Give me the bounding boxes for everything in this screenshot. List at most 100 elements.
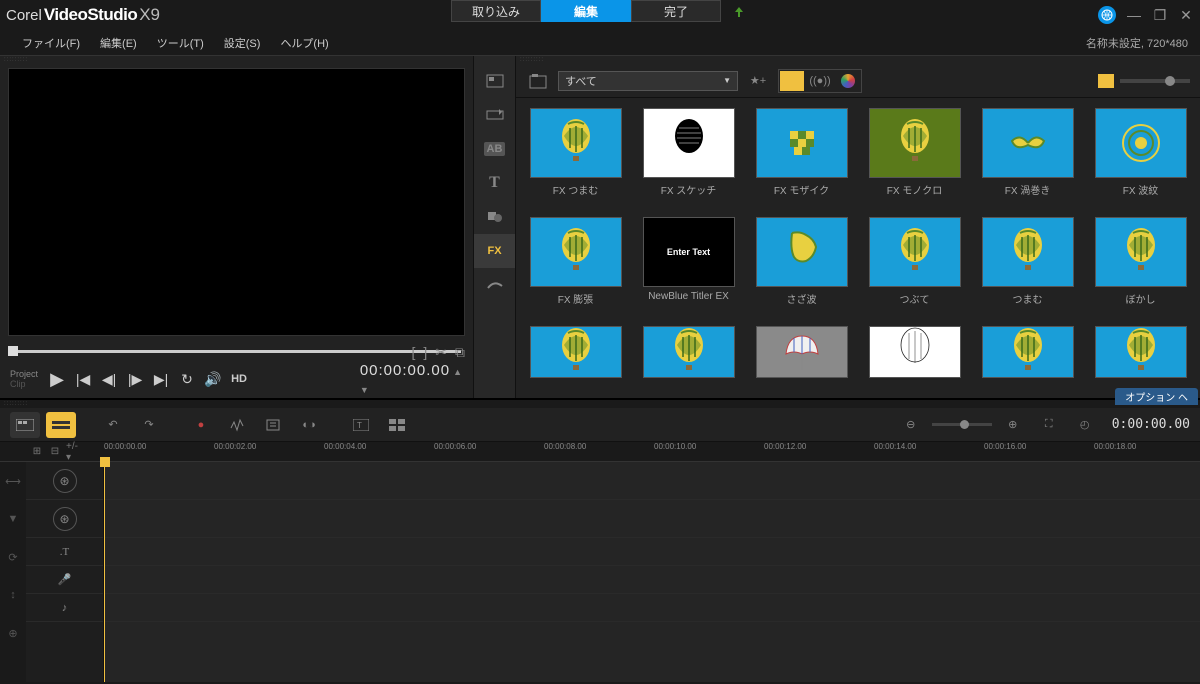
undo-button[interactable]: ↶	[98, 412, 128, 438]
library-item[interactable]	[639, 326, 738, 388]
panel-grip[interactable]: :::::::::	[0, 56, 473, 64]
track-video[interactable]: ⊛	[26, 462, 103, 500]
playback-mode-labels[interactable]: Project Clip	[10, 369, 38, 389]
lib-tab-graphic[interactable]	[474, 200, 515, 234]
fit-project-button[interactable]: ⛶	[1034, 412, 1064, 438]
track-area[interactable]	[104, 462, 1200, 682]
library-item[interactable]	[526, 326, 625, 388]
repeat-button[interactable]: ↻	[176, 368, 198, 390]
auto-music-button[interactable]	[258, 412, 288, 438]
preview-viewport[interactable]	[8, 68, 465, 336]
next-frame-button[interactable]: |▶	[124, 368, 146, 390]
lib-tab-transition[interactable]: AB	[474, 132, 515, 166]
lib-import-icon[interactable]	[526, 71, 550, 91]
track-motion-button[interactable]: ◐◑	[294, 412, 324, 438]
play-button[interactable]: ▶	[46, 368, 68, 390]
library-item[interactable]: つまむ	[978, 217, 1077, 316]
favorite-icon[interactable]: ★+	[746, 71, 770, 91]
library-item[interactable]: つぶて	[865, 217, 964, 316]
mark-in-icon[interactable]: [	[411, 344, 415, 361]
scroll-icon[interactable]: ↕	[0, 576, 26, 614]
library-item[interactable]: FX モノクロ	[865, 108, 964, 207]
toggle-all-tracks-icon[interactable]: ⊞	[30, 446, 44, 458]
library-item[interactable]	[752, 326, 851, 388]
lib-tab-fx[interactable]: FX	[474, 234, 515, 268]
tab-share[interactable]: 完了	[631, 0, 721, 22]
view-video-icon[interactable]	[780, 71, 804, 91]
timeline-grip[interactable]: :::::::::	[0, 400, 1200, 408]
lib-tab-path[interactable]	[474, 268, 515, 302]
zoom-out-button[interactable]: ⊖	[896, 412, 926, 438]
lib-tab-title[interactable]: T	[474, 166, 515, 200]
library-grip[interactable]: :::::::::	[516, 56, 1200, 64]
prev-frame-button[interactable]: ◀|	[98, 368, 120, 390]
track-view-icon[interactable]: ⊟	[48, 446, 62, 458]
view-audio-icon[interactable]: ((●))	[808, 71, 832, 91]
library-item[interactable]: FX 膨張	[526, 217, 625, 316]
storyboard-view-button[interactable]	[10, 412, 40, 438]
thumb-size-slider[interactable]	[1120, 79, 1190, 83]
library-item[interactable]: FX スケッチ	[639, 108, 738, 207]
track-music[interactable]: ♪	[26, 594, 103, 622]
timeline-ruler[interactable]: 00:00:00.0000:00:02.0000:00:04.0000:00:0…	[104, 442, 1200, 461]
hd-button[interactable]: HD	[228, 368, 250, 390]
mark-out-icon[interactable]: ]	[423, 344, 427, 361]
library-thumbnail	[756, 217, 848, 287]
audio-mixer-button[interactable]	[222, 412, 252, 438]
zoom-slider[interactable]	[932, 423, 992, 426]
library-item[interactable]	[1091, 326, 1190, 388]
menu-edit[interactable]: 編集(E)	[90, 31, 147, 55]
preview-timecode[interactable]: 00:00:00.00▲▼	[360, 361, 463, 397]
record-button[interactable]: ●	[186, 412, 216, 438]
maximize-button[interactable]: ❐	[1152, 7, 1168, 23]
library-item[interactable]: さざ波	[752, 217, 851, 316]
chevron-down-icon[interactable]: ▼	[0, 500, 26, 538]
library-filter-dropdown[interactable]: すべて▼	[558, 71, 738, 91]
menu-file[interactable]: ファイル(F)	[12, 31, 90, 55]
link-icon[interactable]: ⟳	[0, 538, 26, 576]
volume-button[interactable]: 🔊	[202, 368, 224, 390]
options-tab[interactable]: オプション ヘ	[1115, 388, 1198, 405]
library-item[interactable]	[865, 326, 964, 388]
lib-tab-instant[interactable]	[474, 98, 515, 132]
globe-icon[interactable]	[1098, 6, 1116, 24]
menu-tool[interactable]: ツール(T)	[147, 31, 214, 55]
close-button[interactable]: ✕	[1178, 7, 1194, 23]
library-item[interactable]: FX 波紋	[1091, 108, 1190, 207]
go-start-button[interactable]: |◀	[72, 368, 94, 390]
library-item[interactable]	[978, 326, 1077, 388]
add-track-icon[interactable]: +/-▾	[66, 446, 80, 458]
timeline-timecode[interactable]: 0:00:00.00	[1112, 417, 1190, 432]
library-item[interactable]: FX モザイク	[752, 108, 851, 207]
enable-icon[interactable]: ⊕	[0, 614, 26, 652]
timeline-view-button[interactable]	[46, 412, 76, 438]
go-end-button[interactable]: ▶|	[150, 368, 172, 390]
track-overlay[interactable]: ⊛	[26, 500, 103, 538]
menu-settings[interactable]: 設定(S)	[214, 31, 271, 55]
library-item[interactable]: FX 渦巻き	[978, 108, 1077, 207]
redo-button[interactable]: ↷	[134, 412, 164, 438]
snapshot-icon[interactable]: ⧉	[455, 344, 465, 361]
playhead[interactable]	[104, 462, 105, 682]
track-voice[interactable]: 🎤	[26, 566, 103, 594]
preview-scrubber[interactable]: [ ] ✂ ⧉	[8, 340, 465, 360]
thumb-view-icon[interactable]	[1098, 74, 1114, 88]
upload-icon[interactable]	[729, 2, 749, 22]
view-color-icon[interactable]	[836, 71, 860, 91]
zoom-in-button[interactable]: ⊕	[998, 412, 1028, 438]
cut-icon[interactable]: ✂	[435, 344, 447, 361]
project-duration-icon[interactable]: ◴	[1070, 412, 1100, 438]
lib-tab-media[interactable]	[474, 64, 515, 98]
menu-help[interactable]: ヘルプ(H)	[270, 31, 338, 55]
tab-capture[interactable]: 取り込み	[451, 0, 541, 22]
multi-view-button[interactable]	[382, 412, 412, 438]
subtitle-button[interactable]: T	[346, 412, 376, 438]
library-item[interactable]: FX つまむ	[526, 108, 625, 207]
minimize-button[interactable]: —	[1126, 7, 1142, 23]
tab-edit[interactable]: 編集	[541, 0, 631, 22]
library-item[interactable]: ぼかし	[1091, 217, 1190, 316]
ripple-icon[interactable]: ⟷	[0, 462, 26, 500]
library-item[interactable]: Enter TextNewBlue Titler EX	[639, 217, 738, 316]
track-title[interactable]: .T	[26, 538, 103, 566]
scrub-handle[interactable]	[8, 346, 18, 356]
